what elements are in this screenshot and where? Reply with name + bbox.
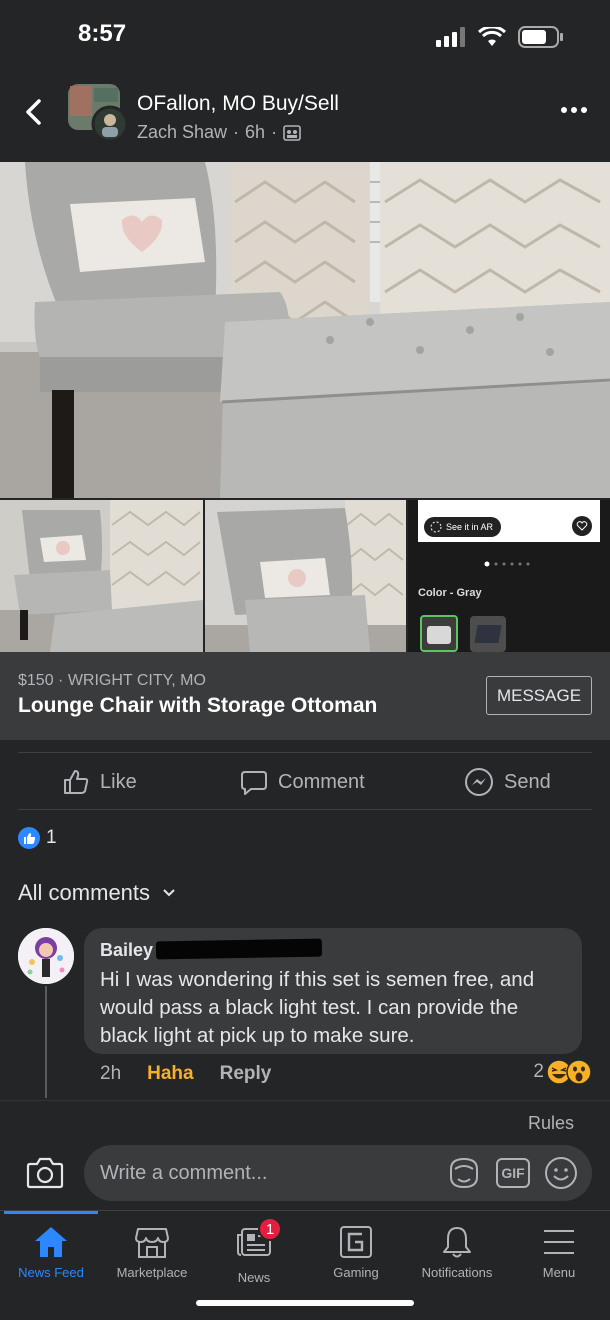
author-name[interactable]: Zach Shaw	[137, 122, 227, 143]
send-label: Send	[504, 770, 551, 793]
color-swatch-gray[interactable]	[420, 615, 458, 652]
listing-main-photo[interactable]	[0, 162, 610, 498]
tab-label: Marketplace	[116, 1265, 188, 1280]
home-icon	[35, 1227, 67, 1257]
tab-label: Menu	[542, 1265, 576, 1280]
comment-composer: Rules GIF	[0, 1100, 610, 1210]
listing-title: Lounge Chair with Storage Ottoman	[18, 694, 378, 717]
thumbnail-1[interactable]	[0, 500, 203, 652]
comment-time: 2h	[100, 1063, 122, 1084]
meta-separator: ·	[233, 122, 240, 142]
rules-link[interactable]: Rules	[528, 1113, 574, 1134]
post-time: 6h	[245, 122, 266, 142]
ar-icon	[430, 521, 442, 533]
all-comments-label: All comments	[18, 880, 151, 905]
photo-thumbnails: See it in AR Color - Gray	[0, 500, 610, 652]
comment-author[interactable]: Bailey	[100, 940, 153, 961]
message-button[interactable]: MESSAGE	[486, 676, 592, 715]
color-label: Color - Gray	[418, 587, 482, 599]
price-location: $150 · WRIGHT CITY, MO	[18, 672, 206, 689]
like-reaction-icon	[18, 827, 40, 849]
gif-button[interactable]: GIF	[496, 1158, 530, 1188]
status-time: 8:57	[78, 20, 127, 47]
tab-news[interactable]: 1 News	[203, 1217, 305, 1285]
tab-label: Notifications	[421, 1265, 493, 1280]
status-icons	[436, 26, 564, 48]
group-privacy-icon	[283, 124, 301, 141]
comment-bubble[interactable]: Bailey Hi I was wondering if this set is…	[84, 928, 582, 1054]
post-actions: Like Comment Send	[0, 755, 610, 809]
chevron-down-icon	[163, 889, 175, 897]
gaming-icon	[340, 1226, 372, 1258]
ar-label: See it in AR	[446, 522, 494, 532]
like-button[interactable]: Like	[62, 755, 137, 809]
comment-bubble-icon	[241, 771, 267, 795]
reaction-count: 1	[46, 827, 57, 848]
comment-reactions[interactable]: 2	[533, 1059, 592, 1085]
haha-reaction-button[interactable]: Haha	[147, 1063, 193, 1085]
comment-reaction-count: 2	[533, 1061, 544, 1082]
comment-button[interactable]: Comment	[240, 755, 365, 809]
tab-notifications[interactable]: Notifications	[406, 1225, 508, 1280]
meta-separator: ·	[271, 122, 278, 142]
tab-news-feed[interactable]: News Feed	[0, 1225, 102, 1280]
gif-label: GIF	[501, 1165, 525, 1181]
group-avatar[interactable]	[66, 84, 128, 142]
comment-meta: 2h Haha Reply	[100, 1063, 271, 1085]
send-button[interactable]: Send	[464, 755, 551, 809]
menu-icon	[544, 1230, 574, 1254]
active-tab-indicator	[4, 1211, 98, 1214]
marketplace-icon	[135, 1228, 169, 1258]
thumbnail-2[interactable]	[205, 500, 406, 652]
comment-text: Hi I was wondering if this set is semen …	[100, 968, 535, 1047]
chair-ottoman-photo	[0, 162, 610, 498]
comment-label: Comment	[278, 770, 365, 793]
group-name[interactable]: OFallon, MO Buy/Sell	[137, 92, 339, 116]
post-meta: Zach Shaw · 6h ·	[137, 122, 301, 143]
redacted-name	[155, 938, 323, 960]
carousel-dots	[484, 561, 530, 567]
home-indicator[interactable]	[196, 1300, 414, 1306]
wifi-icon	[478, 27, 506, 46]
reaction-summary[interactable]: 1	[18, 827, 57, 849]
thumbs-up-icon	[64, 770, 89, 794]
color-swatch-dark[interactable]	[470, 616, 506, 652]
notification-badge: 1	[258, 1217, 282, 1241]
wow-emoji-icon	[566, 1059, 592, 1085]
battery-icon	[518, 26, 563, 48]
back-icon[interactable]	[18, 96, 50, 128]
thread-line	[45, 986, 47, 1098]
tab-marketplace[interactable]: Marketplace	[101, 1225, 203, 1280]
messenger-icon	[465, 768, 493, 796]
tab-label: Gaming	[333, 1265, 379, 1280]
more-options-icon[interactable]	[560, 100, 588, 120]
tab-label: News	[237, 1270, 271, 1285]
status-bar: 8:57	[0, 0, 610, 70]
like-label: Like	[100, 770, 137, 793]
bell-icon	[443, 1227, 471, 1258]
signal-icon	[436, 27, 465, 47]
commenter-avatar[interactable]	[18, 928, 74, 984]
composer-icons: GIF	[446, 1155, 578, 1191]
avatar-sticker-icon[interactable]	[446, 1155, 482, 1191]
see-in-ar-button[interactable]: See it in AR	[424, 517, 502, 537]
heart-icon	[576, 521, 588, 531]
tab-menu[interactable]: Menu	[508, 1225, 610, 1280]
listing-info-bar[interactable]: $150 · WRIGHT CITY, MO Lounge Chair with…	[0, 652, 610, 740]
thumbnail-3-product-panel[interactable]: See it in AR Color - Gray	[408, 500, 610, 652]
camera-icon[interactable]	[26, 1153, 64, 1191]
favorite-button[interactable]	[572, 516, 592, 536]
reply-button[interactable]: Reply	[220, 1063, 272, 1085]
divider	[18, 809, 592, 810]
post-header: OFallon, MO Buy/Sell Zach Shaw · 6h ·	[0, 70, 610, 162]
tab-label: News Feed	[18, 1265, 84, 1280]
divider	[18, 752, 592, 753]
tab-gaming[interactable]: Gaming	[305, 1225, 407, 1280]
comment-sort-selector[interactable]: All comments	[18, 880, 176, 906]
emoji-icon[interactable]	[544, 1156, 578, 1190]
